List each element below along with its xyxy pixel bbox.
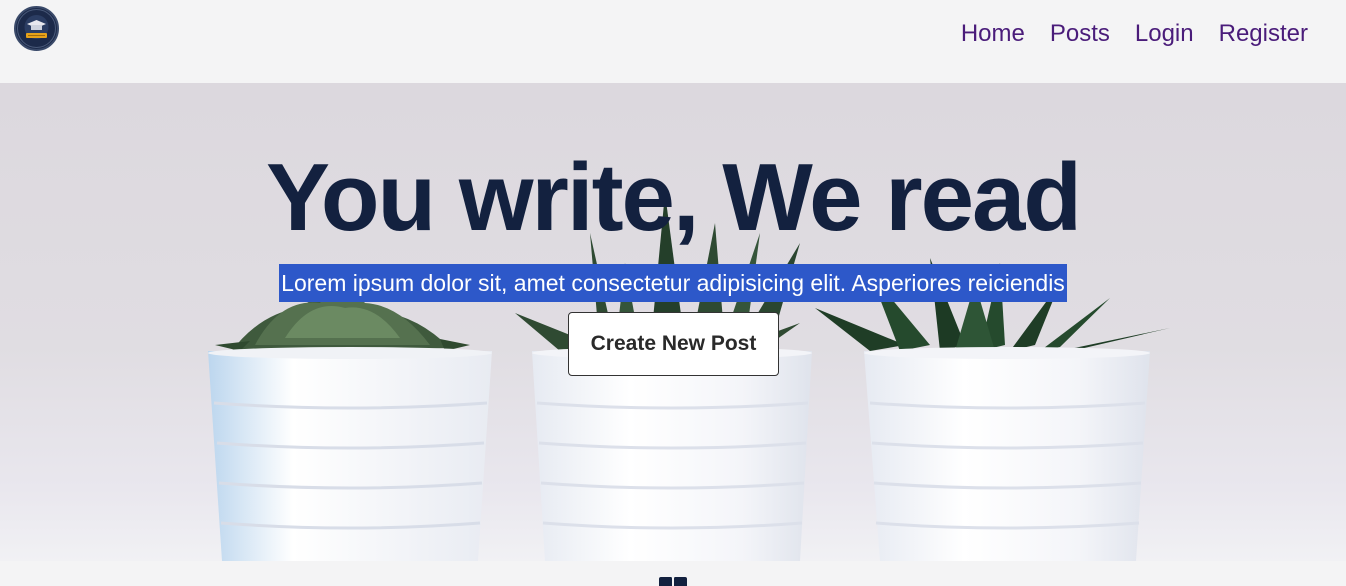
nav-link-posts[interactable]: Posts (1050, 18, 1110, 50)
nav-link-login[interactable]: Login (1135, 18, 1194, 50)
nav-link-home[interactable]: Home (961, 18, 1025, 50)
create-new-post-button[interactable]: Create New Post (568, 312, 779, 376)
hero-title: You write, We read (266, 144, 1082, 251)
logo-icon[interactable] (14, 6, 59, 51)
hero-subtitle-wrap: Lorem ipsum dolor sit, amet consectetur … (0, 264, 1346, 302)
book-icon (659, 577, 687, 586)
navbar: Home Posts Login Register (0, 0, 1346, 83)
middle-pot (532, 347, 812, 561)
right-pot (864, 347, 1150, 561)
hero-section: You write, We read Lorem ipsum dolor sit… (0, 83, 1346, 561)
section-below-hero (0, 561, 1346, 586)
left-pot (208, 347, 492, 561)
nav-link-register[interactable]: Register (1219, 18, 1308, 50)
hero-subtitle: Lorem ipsum dolor sit, amet consectetur … (279, 264, 1067, 302)
nav-links: Home Posts Login Register (961, 18, 1308, 50)
